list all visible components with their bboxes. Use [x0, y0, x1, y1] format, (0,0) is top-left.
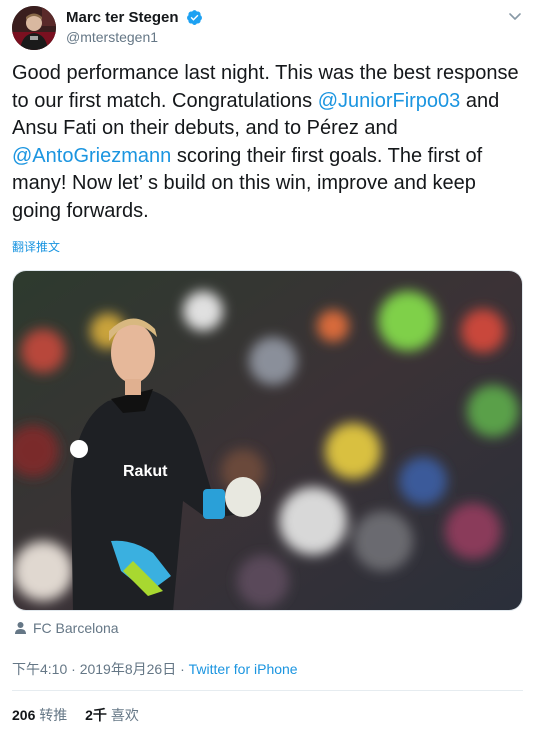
tweet-photo[interactable]: Rakut — [12, 270, 523, 611]
chevron-down-icon[interactable] — [507, 8, 523, 24]
author-display-name[interactable]: Marc ter Stegen — [66, 9, 179, 26]
tweet-timestamp[interactable]: 下午4:10 · 2019年8月26日 — [12, 661, 176, 677]
likes-stat[interactable]: 2千 喜欢 — [85, 707, 139, 723]
tweet-meta: 下午4:10 · 2019年8月26日 · Twitter for iPhone — [12, 659, 298, 679]
mention-link-anto-griezmann[interactable]: @AntoGriezmann — [12, 145, 171, 167]
svg-text:Rakut: Rakut — [123, 463, 168, 480]
person-tag-icon — [15, 622, 26, 634]
likes-count: 2千 — [85, 707, 107, 723]
tagged-user-row[interactable]: FC Barcelona — [14, 620, 119, 636]
tweet-header: Marc ter Stegen @mterstegen1 — [12, 6, 523, 52]
author-names: Marc ter Stegen @mterstegen1 — [66, 9, 203, 45]
tweet-source-link[interactable]: Twitter for iPhone — [189, 661, 298, 677]
divider — [12, 690, 523, 691]
retweets-label: 转推 — [39, 707, 68, 723]
retweets-count: 206 — [12, 707, 36, 723]
mention-link-junior-firpo[interactable]: @JuniorFirpo03 — [318, 90, 461, 112]
verified-badge-icon — [186, 9, 203, 26]
tweet-text: Good performance last night. This was th… — [12, 60, 523, 225]
translate-tweet-link[interactable]: 翻译推文 — [12, 238, 60, 255]
tagged-user-name[interactable]: FC Barcelona — [33, 620, 119, 636]
retweets-stat[interactable]: 206 转推 — [12, 707, 67, 723]
tweet-stats: 206 转推 2千 喜欢 — [12, 705, 153, 725]
author-handle[interactable]: @mterstegen1 — [66, 29, 203, 45]
meta-separator: · — [176, 661, 189, 677]
avatar[interactable] — [12, 6, 56, 50]
likes-label: 喜欢 — [110, 707, 139, 723]
